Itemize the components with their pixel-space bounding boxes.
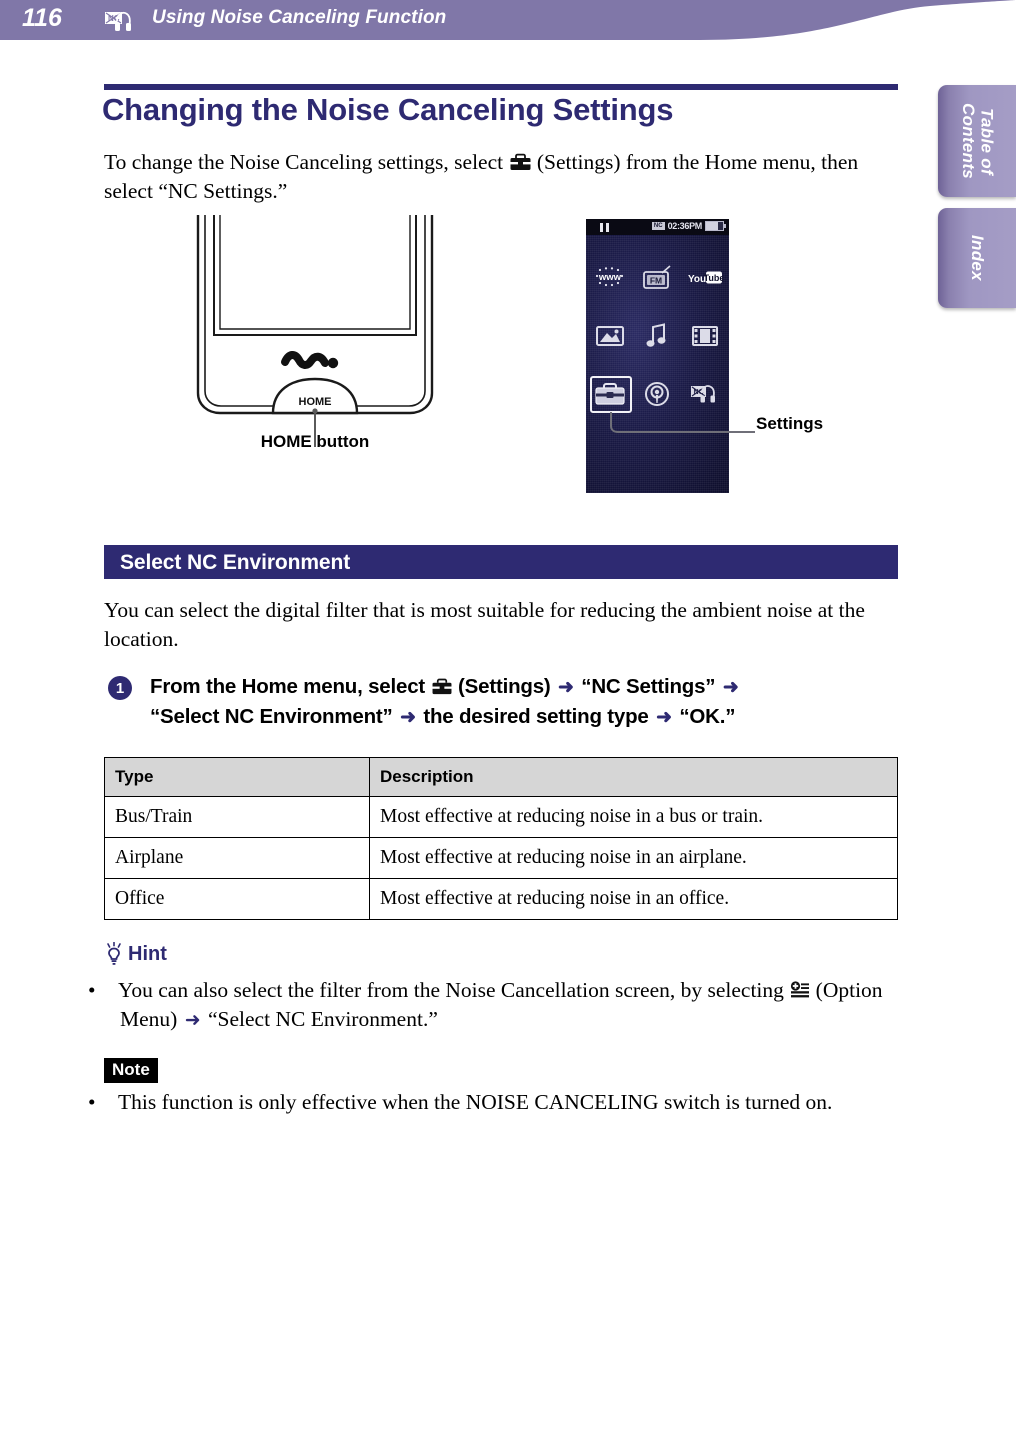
settings-toolbox-icon[interactable] <box>589 376 632 413</box>
step-text-part5: the desired setting type <box>417 704 655 728</box>
table-header-description: Description <box>369 757 898 797</box>
svg-text:www: www <box>598 272 622 283</box>
step-1: 1 From the Home menu, select (Settings) … <box>104 672 904 732</box>
status-bar: NC 02:36PM <box>586 219 729 235</box>
settings-callout-line <box>610 412 755 433</box>
arrow-icon: ➜ <box>558 677 574 698</box>
nc-status-badge: NC <box>651 222 665 230</box>
settings-toolbox-icon <box>509 153 531 170</box>
table-cell-description: Most effective at reducing noise in an a… <box>369 837 898 879</box>
settings-callout-label: Settings <box>756 414 824 433</box>
intro-paragraph: To change the Noise Canceling settings, … <box>104 148 894 205</box>
home-button-caption: HOME button <box>260 432 370 451</box>
title-rule <box>104 84 898 90</box>
music-icon[interactable] <box>639 321 675 351</box>
table-cell-description: Most effective at reducing noise in a bu… <box>369 796 898 838</box>
status-right-group: NC 02:36PM <box>651 220 726 231</box>
internet-browser-icon[interactable]: www <box>592 263 628 293</box>
option-menu-icon <box>791 981 810 998</box>
step-text-part6: “OK.” <box>673 704 736 728</box>
hint-header: Hint <box>104 942 167 966</box>
step-text-part1: From the Home menu, select <box>150 675 431 698</box>
settings-toolbox-icon <box>431 678 452 695</box>
svg-text:FM: FM <box>650 275 662 285</box>
bullet-icon: • <box>88 978 96 1002</box>
tab-index-label: Index <box>968 235 988 281</box>
hint-text-before: You can also select the filter from the … <box>118 978 790 1002</box>
step-text-part3: “NC Settings” <box>575 675 721 698</box>
table-cell-type: Bus/Train <box>104 796 370 838</box>
home-button-label: HOME <box>299 396 332 408</box>
note-label: Note <box>104 1058 158 1083</box>
hint-text-after: “Select NC Environment.” <box>202 1006 438 1031</box>
note-text: This function is only effective when the… <box>118 1090 833 1114</box>
header-title: Using Noise Canceling Function <box>152 7 447 28</box>
tab-table-of-contents-label: Table of Contents <box>959 102 997 180</box>
page-header: 116 NC Using Noise Canceling Function <box>0 0 1016 46</box>
arrow-icon: ➜ <box>722 677 739 698</box>
hint-label: Hint <box>128 942 167 965</box>
battery-icon <box>705 221 726 231</box>
arrow-icon: ➜ <box>656 706 672 728</box>
step-text-part2: (Settings) <box>452 675 557 698</box>
fm-radio-icon[interactable]: FM <box>639 263 675 293</box>
noise-canceling-icon[interactable]: NC <box>687 379 723 409</box>
table-cell-description: Most effective at reducing noise in an o… <box>369 878 898 920</box>
table-row: Airplane Most effective at reducing nois… <box>104 837 898 879</box>
step-1-text: From the Home menu, select (Settings) ➜ … <box>150 672 904 732</box>
lightbulb-icon <box>107 942 121 965</box>
tab-index[interactable]: Index <box>938 208 1016 308</box>
table-header-type: Type <box>104 757 370 797</box>
arrow-icon: ➜ <box>184 1009 201 1031</box>
step-number-badge: 1 <box>108 676 132 700</box>
status-time: 02:36PM <box>667 220 703 231</box>
photos-icon[interactable] <box>592 321 628 351</box>
home-menu-screen: NC 02:36PM www FM You Tube NC <box>586 219 729 493</box>
svg-text:Tube: Tube <box>704 273 723 283</box>
nc-environment-table: Type Description Bus/Train Most effectiv… <box>104 757 898 920</box>
step-text-part4: “Select NC Environment” <box>150 704 399 728</box>
table-cell-type: Office <box>104 878 370 920</box>
bullet-icon: • <box>88 1090 96 1114</box>
page-title: Changing the Noise Canceling Settings <box>102 92 674 127</box>
hint-body: • You can also select the filter from the… <box>88 976 915 1033</box>
arrow-icon: ➜ <box>400 706 416 728</box>
pause-icon <box>600 223 609 232</box>
noise-canceling-headphone-icon: NC <box>105 11 131 31</box>
tab-table-of-contents[interactable]: Table of Contents <box>938 85 1016 197</box>
videos-icon[interactable] <box>687 321 723 351</box>
note-body: • This function is only effective when th… <box>88 1088 915 1117</box>
table-header-row: Type Description <box>104 757 898 797</box>
section-header-bar: Select NC Environment <box>104 545 898 579</box>
page-number: 116 <box>22 4 62 32</box>
section-paragraph: You can select the digital filter that i… <box>104 598 865 651</box>
podcast-icon[interactable] <box>639 379 675 409</box>
youtube-icon[interactable]: You Tube <box>687 263 723 293</box>
table-row: Bus/Train Most effective at reducing noi… <box>104 796 898 838</box>
table-row: Office Most effective at reducing noise … <box>104 878 898 920</box>
home-icon-grid: www FM You Tube NC <box>586 263 729 413</box>
section-header-label: Select NC Environment <box>120 551 351 574</box>
intro-text-before: To change the Noise Canceling settings, … <box>104 150 509 174</box>
table-cell-type: Airplane <box>104 837 370 879</box>
